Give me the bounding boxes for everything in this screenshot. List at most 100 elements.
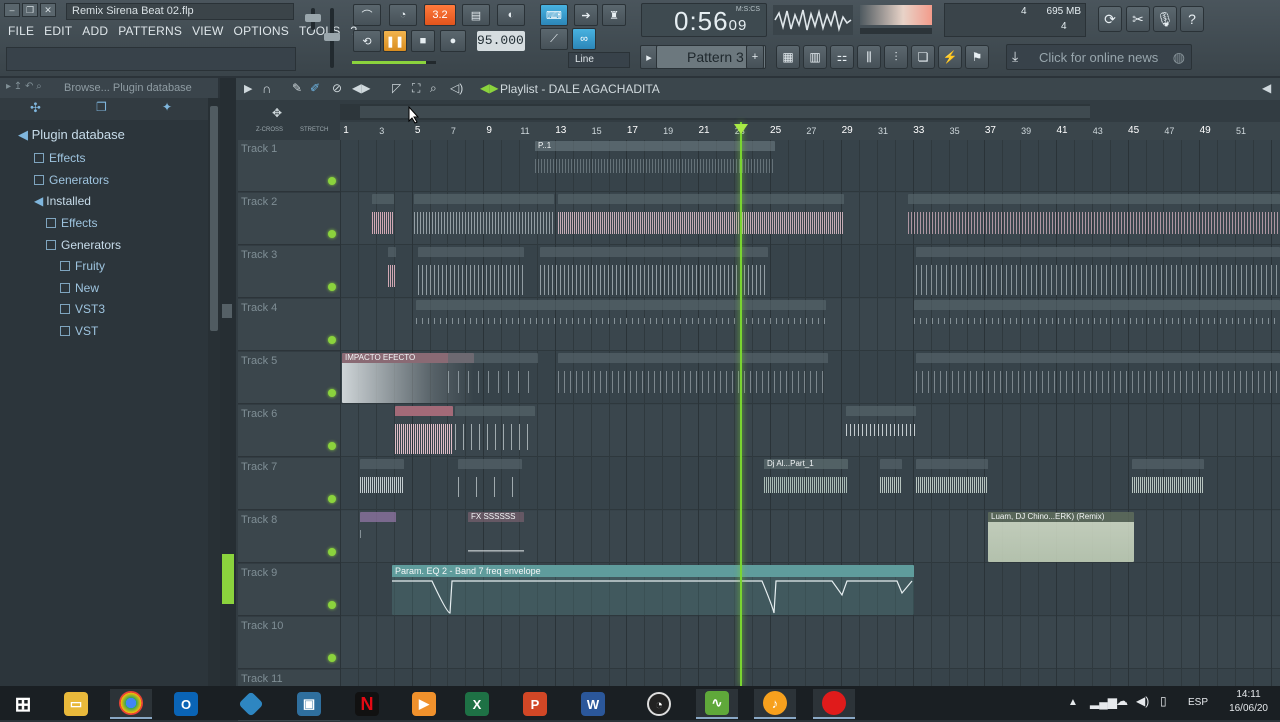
clock[interactable]: 14:11 16/06/20 [1229, 688, 1268, 716]
clip-dj[interactable]: Dj Al...Part_1 [764, 459, 848, 509]
cut-icon[interactable]: ✂ [1126, 6, 1150, 32]
browser-tool-icon-1[interactable]: ✣ [30, 100, 41, 116]
playlist-clip[interactable] [395, 406, 453, 456]
browser-item-fruity[interactable]: Fruity [60, 259, 105, 273]
battery-icon[interactable]: ▯ [1160, 694, 1167, 708]
browser-tool-icon-2[interactable]: ❐ [96, 100, 107, 114]
taskbar-excel[interactable]: X [456, 689, 498, 719]
browser-item-effects[interactable]: Effects [34, 151, 85, 165]
track-header[interactable]: Track 1 [238, 140, 340, 192]
piano-roll-icon[interactable]: ▥ [803, 45, 827, 69]
arrow-right-icon[interactable]: ➔ [574, 4, 598, 26]
start-button[interactable]: ⊞ [2, 689, 44, 719]
track-lane[interactable] [340, 617, 1280, 669]
taskbar-outlook[interactable]: O [165, 689, 207, 719]
paint-tool-icon[interactable]: ✐ [310, 81, 320, 95]
taskbar-app-green[interactable]: ∿ [696, 689, 738, 719]
track-header[interactable]: Track 4 [238, 299, 340, 351]
link-icon[interactable]: ∞ [572, 28, 596, 50]
taskbar-recorder[interactable] [813, 689, 855, 719]
browser-item-installed-effects[interactable]: Effects [46, 216, 97, 230]
plugin-icon[interactable]: ❏ [911, 45, 935, 69]
taskbar-powerpoint[interactable]: P [514, 689, 556, 719]
move-icon[interactable]: ✥ [272, 106, 282, 120]
taskbar-media[interactable]: ▶ [403, 689, 445, 719]
browser-scroll-thumb[interactable] [210, 106, 218, 331]
master-pitch-knob[interactable] [324, 33, 340, 41]
step-edit-icon[interactable]: ▤ [462, 4, 490, 26]
track-enable-led[interactable] [328, 230, 336, 238]
track-enable-led[interactable] [328, 336, 336, 344]
browser-item-new[interactable]: New [60, 281, 99, 295]
speaker-tool-icon[interactable]: ◁) [450, 81, 463, 95]
menu-patterns[interactable]: PATTERNS [118, 24, 182, 38]
clip-fx[interactable]: FX SSSSSS [468, 512, 524, 562]
playlist-clip[interactable] [846, 406, 916, 456]
track-header[interactable]: Track 5 [238, 352, 340, 404]
track-header[interactable]: Track 10 [238, 617, 340, 669]
playlist-clip[interactable] [458, 459, 522, 509]
time-display[interactable]: 0:5609 M:S:CS [641, 3, 767, 37]
metronome-icon[interactable]: ◔ [389, 4, 417, 26]
playhead[interactable] [740, 122, 742, 686]
playhead-marker[interactable] [734, 124, 748, 134]
taskbar-chrome[interactable] [110, 689, 152, 719]
horizontal-scroll-thumb[interactable] [360, 106, 1090, 118]
song-mode-toggle[interactable]: ⟲ [353, 30, 381, 52]
playlist-clip[interactable] [540, 247, 768, 297]
track-header[interactable]: Track 3 [238, 246, 340, 298]
snap-select[interactable]: Line [568, 52, 630, 68]
playlist-clip[interactable] [455, 406, 535, 456]
browser-tool-icon-3[interactable]: ✦ [162, 100, 172, 114]
snap-icon[interactable]: ⟋ [540, 28, 568, 50]
track-lane[interactable] [340, 670, 1280, 686]
magnet-icon[interactable]: ∩ [262, 81, 271, 96]
help-icon[interactable]: ? [1180, 6, 1204, 32]
playlist-clip[interactable]: P..1 [535, 141, 775, 191]
menu-view[interactable]: VIEW [192, 24, 223, 38]
track-enable-led[interactable] [328, 601, 336, 609]
track-enable-led[interactable] [328, 177, 336, 185]
clip-luam[interactable]: Luam, DJ Chino...ERK) (Remix) [988, 512, 1134, 562]
pattern-mode-icon[interactable]: ⌒ [353, 4, 381, 26]
taskbar-fl-studio[interactable]: ♪ [754, 689, 796, 719]
channel-rack-icon[interactable]: ⚏ [830, 45, 854, 69]
language-indicator[interactable]: ESP [1188, 697, 1208, 708]
song-pattern-display[interactable]: 3.2 [424, 4, 456, 26]
record-button[interactable]: ● [440, 30, 466, 52]
playlist-clip[interactable] [360, 512, 396, 562]
playlist-window-icon[interactable]: ▦ [776, 45, 800, 69]
track-enable-led[interactable] [328, 442, 336, 450]
taskbar-app-film[interactable]: ▣ [288, 689, 330, 719]
playlist-clip[interactable] [880, 459, 902, 509]
record-mode-icon[interactable]: ◐ [497, 4, 525, 26]
timeline-ruler[interactable]: 1357911131517192123252729313335373941434… [340, 122, 1280, 140]
taskbar-netflix[interactable]: N [346, 689, 388, 719]
playlist-clip[interactable] [1132, 459, 1204, 509]
browser-item-vst3[interactable]: VST3 [60, 302, 105, 316]
track-header[interactable]: Track 6 [238, 405, 340, 457]
taskbar-app-diamond[interactable] [230, 689, 272, 719]
select-tool-icon[interactable]: ⛶ [412, 81, 420, 96]
minimize-icon[interactable]: – [4, 3, 20, 17]
playlist-clip[interactable] [372, 194, 394, 244]
playlist-arrows-icon[interactable]: ◀▶ [480, 81, 498, 95]
playlist-window-arrow[interactable]: ◀ [1262, 81, 1271, 95]
tempo-field[interactable]: 95.000 [477, 31, 525, 51]
browser-item-installed[interactable]: ◀ Installed [34, 194, 91, 208]
strip-arrow-icon[interactable] [222, 304, 232, 318]
delete-tool-icon[interactable]: ⊘ [332, 81, 342, 95]
playlist-clip[interactable] [916, 247, 1280, 297]
browser-item-vst[interactable]: VST [60, 324, 98, 338]
track-enable-led[interactable] [328, 548, 336, 556]
cloud-icon[interactable]: ☁ [1116, 694, 1128, 708]
playlist-menu-arrow[interactable]: ▶ [244, 82, 252, 95]
zoom-tool-icon[interactable]: ⌕ [430, 81, 437, 96]
browser-item-installed-generators[interactable]: Generators [46, 238, 121, 252]
tray-arrow-icon[interactable]: ▲ [1068, 697, 1078, 708]
playlist-lanes[interactable]: P..1 IMPACTO EFECTO Dj Al...Part_1 FX SSSSS… [340, 140, 1280, 686]
undo-history-icon[interactable]: ⟳ [1098, 6, 1122, 32]
typing-keyboard-icon[interactable]: ⌨ [540, 4, 568, 26]
menu-options[interactable]: OPTIONS [234, 24, 289, 38]
playlist-clip[interactable] [908, 194, 1280, 244]
